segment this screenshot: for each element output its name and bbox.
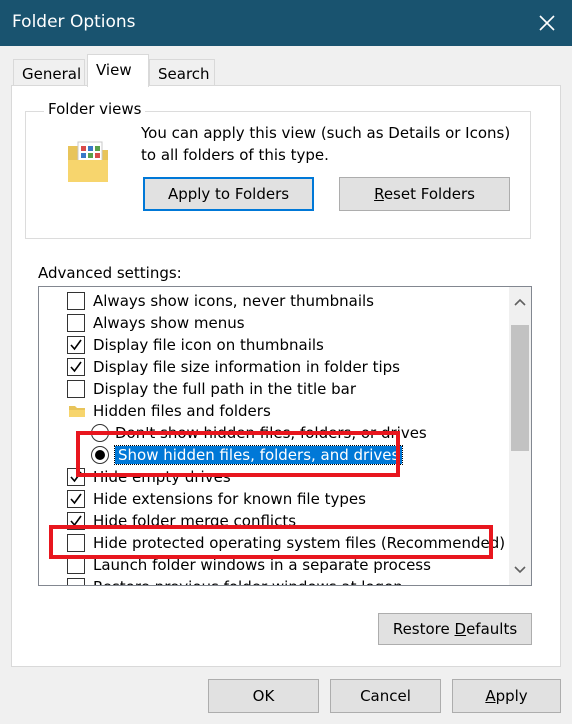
- scroll-down-icon: [514, 566, 526, 574]
- restore-defaults-label: Restore Defaults: [392, 620, 518, 638]
- cancel-button[interactable]: Cancel: [330, 679, 441, 713]
- list-item-label: Always show icons, never thumbnails: [93, 292, 374, 310]
- list-item-label: Hide extensions for known file types: [93, 490, 366, 508]
- list-item[interactable]: Display the full path in the title bar: [67, 378, 356, 400]
- reset-folders-button[interactable]: Reset Folders: [339, 177, 510, 211]
- scroll-up-button[interactable]: [509, 291, 531, 313]
- apply-label: Apply: [485, 687, 528, 705]
- checkbox[interactable]: [67, 380, 85, 398]
- list-item[interactable]: Restore previous folder windows at logon: [67, 576, 403, 585]
- tab-general-label: General: [22, 65, 82, 83]
- tab-general[interactable]: General: [13, 59, 85, 87]
- close-icon: [539, 15, 555, 31]
- checkbox[interactable]: [67, 336, 85, 354]
- list-item[interactable]: Hide extensions for known file types: [67, 488, 366, 510]
- list-item[interactable]: Always show menus: [67, 312, 245, 334]
- checkbox[interactable]: [67, 490, 85, 508]
- list-item-label: Display the full path in the title bar: [93, 380, 357, 398]
- apply-to-folders-label: Apply to Folders: [167, 185, 290, 203]
- check-icon: [70, 493, 82, 505]
- folder-views-icon: [68, 141, 108, 182]
- checkbox[interactable]: [67, 578, 85, 585]
- list-item-label: Display file size information in folder …: [93, 358, 401, 376]
- title-bar: Folder Options: [0, 0, 572, 46]
- list-item-label: Restore previous folder windows at logon: [93, 578, 403, 585]
- folder-views-description: You can apply this view (such as Details…: [141, 124, 511, 164]
- annotation-highlight-show-hidden: [76, 431, 400, 477]
- folder-views-legend: Folder views: [44, 100, 146, 118]
- ok-button[interactable]: OK: [208, 679, 319, 713]
- annotation-highlight-hide-protected: [49, 525, 493, 559]
- list-item-label: Always show menus: [93, 314, 245, 332]
- list-item[interactable]: Display file size information in folder …: [67, 356, 400, 378]
- window-title: Folder Options: [12, 12, 136, 32]
- checkbox[interactable]: [67, 314, 85, 332]
- tab-search-label: Search: [158, 65, 210, 83]
- tab-search[interactable]: Search: [149, 59, 215, 87]
- cancel-label: Cancel: [360, 687, 411, 705]
- list-item-label: Hidden files and folders: [93, 402, 271, 420]
- check-icon: [70, 339, 82, 351]
- checkbox[interactable]: [67, 358, 85, 376]
- close-button[interactable]: [530, 6, 564, 40]
- tab-view-label: View: [96, 61, 132, 79]
- advanced-settings-label: Advanced settings:: [38, 264, 182, 282]
- scroll-down-button[interactable]: [509, 559, 531, 581]
- list-item: Hidden files and folders: [67, 400, 271, 422]
- folder-options-window: Folder Options General View Search Folde…: [0, 0, 572, 724]
- list-item[interactable]: Display file icon on thumbnails: [67, 334, 324, 356]
- reset-folders-label: Reset Folders: [374, 185, 475, 203]
- check-icon: [70, 361, 82, 373]
- apply-to-folders-button[interactable]: Apply to Folders: [143, 177, 314, 211]
- list-item[interactable]: Always show icons, never thumbnails: [67, 290, 374, 312]
- ok-label: OK: [252, 687, 275, 705]
- tab-view[interactable]: View: [87, 54, 149, 87]
- apply-button[interactable]: Apply: [452, 679, 561, 713]
- checkbox[interactable]: [67, 292, 85, 310]
- scroll-up-icon: [514, 298, 526, 306]
- folder-icon: [69, 406, 85, 417]
- list-scrollbar[interactable]: [509, 287, 531, 585]
- scrollbar-thumb[interactable]: [511, 325, 529, 451]
- restore-defaults-button[interactable]: Restore Defaults: [378, 613, 532, 645]
- list-item-label: Display file icon on thumbnails: [93, 336, 324, 354]
